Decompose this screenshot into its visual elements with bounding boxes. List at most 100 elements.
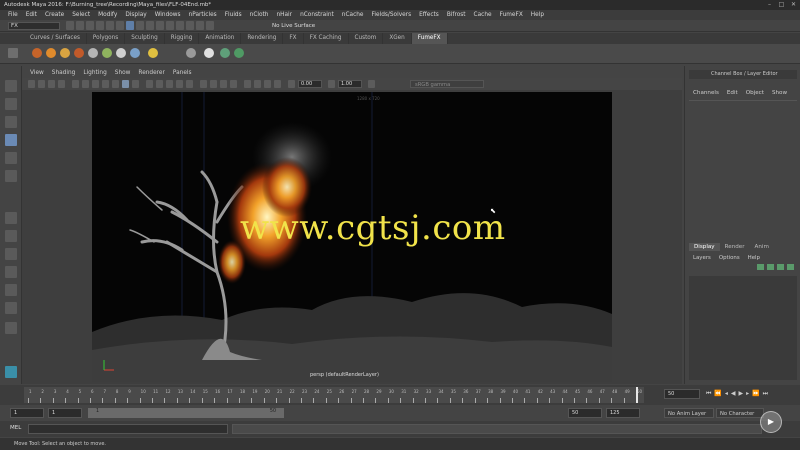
shelf-tab-sculpting[interactable]: Sculpting xyxy=(125,33,165,44)
fumefx-vortex-icon[interactable] xyxy=(116,48,126,58)
shelf-tab-fx[interactable]: FX xyxy=(283,33,304,44)
menu-fluids[interactable]: Fluids xyxy=(221,10,246,20)
menu-help[interactable]: Help xyxy=(527,10,548,20)
menu-select[interactable]: Select xyxy=(68,10,94,20)
video-play-icon[interactable]: ▶ xyxy=(760,411,782,433)
persp-graph-layout-icon[interactable] xyxy=(5,266,17,278)
mel-label[interactable]: MEL xyxy=(10,425,21,431)
custom-layout-icon[interactable] xyxy=(5,322,17,334)
fumefx-preview-icon[interactable] xyxy=(220,48,230,58)
shelf-tab-animation[interactable]: Animation xyxy=(199,33,242,44)
layer-list[interactable] xyxy=(689,276,797,380)
color-management-icon[interactable] xyxy=(368,80,375,88)
minimize-icon[interactable]: – xyxy=(765,1,774,9)
shelf-tab-curves-surfaces[interactable]: Curves / Surfaces xyxy=(24,33,87,44)
channel-box-menu-show[interactable]: Show xyxy=(768,90,791,96)
command-input[interactable] xyxy=(28,424,228,434)
step-back-frame-icon[interactable]: ◂ xyxy=(725,390,728,398)
shelf-menu-icon[interactable] xyxy=(8,48,18,58)
bookmark-icon[interactable] xyxy=(48,80,55,88)
film-gate-icon[interactable] xyxy=(82,80,89,88)
fumefx-gravity-icon[interactable] xyxy=(88,48,98,58)
camera-attributes-icon[interactable] xyxy=(38,80,45,88)
ambient-occlusion-icon[interactable] xyxy=(200,80,207,88)
camera-select-icon[interactable] xyxy=(28,80,35,88)
fumefx-source-icon[interactable] xyxy=(46,48,56,58)
go-to-start-icon[interactable]: ⏮ xyxy=(706,390,711,398)
menu-fields-solvers[interactable]: Fields/Solvers xyxy=(368,10,416,20)
snap-grid-icon[interactable] xyxy=(156,21,164,30)
lasso-tool-icon[interactable] xyxy=(5,98,17,110)
gate-mask-icon[interactable] xyxy=(102,80,109,88)
textured-icon[interactable] xyxy=(166,80,173,88)
select-component-icon[interactable] xyxy=(136,21,144,30)
menu-effects[interactable]: Effects xyxy=(415,10,443,20)
xray-icon[interactable] xyxy=(254,80,261,88)
playback-start-field[interactable]: 1 xyxy=(48,408,82,418)
menu-windows[interactable]: Windows xyxy=(151,10,185,20)
new-layer-icon[interactable] xyxy=(757,264,764,270)
shelf-tab-fumefx[interactable]: FumeFX xyxy=(411,33,448,44)
panel-menu-show[interactable]: Show xyxy=(111,69,135,78)
shelf-tab-custom[interactable]: Custom xyxy=(349,33,384,44)
layer-tab-anim[interactable]: Anim xyxy=(750,243,774,251)
layer-menu-options[interactable]: Options xyxy=(715,255,744,261)
move-tool-icon[interactable] xyxy=(5,134,17,146)
select-object-icon[interactable] xyxy=(126,21,134,30)
snap-curve-icon[interactable] xyxy=(166,21,174,30)
close-icon[interactable]: ✕ xyxy=(789,1,798,9)
fumefx-grid-icon[interactable] xyxy=(32,48,42,58)
make-live-icon[interactable] xyxy=(196,21,204,30)
select-hierarchy-icon[interactable] xyxy=(116,21,124,30)
gamma-field[interactable]: 1.00 xyxy=(338,80,362,88)
step-forward-frame-icon[interactable]: ▸ xyxy=(746,390,749,398)
panel-menu-renderer[interactable]: Renderer xyxy=(134,69,168,78)
menu-set-selector[interactable]: FX xyxy=(8,22,60,30)
playback-end-field[interactable]: 50 xyxy=(568,408,602,418)
persp-outliner-layout-icon[interactable] xyxy=(5,248,17,260)
scale-tool-icon[interactable] xyxy=(5,170,17,182)
move-layer-up-icon[interactable] xyxy=(777,264,784,270)
live-surface-label[interactable]: No Live Surface xyxy=(272,22,327,30)
animation-end-field[interactable]: 125 xyxy=(606,408,640,418)
play-backwards-icon[interactable]: ◀ xyxy=(731,390,736,398)
play-forwards-icon[interactable]: ▶ xyxy=(739,390,744,398)
mask-icon[interactable] xyxy=(146,21,154,30)
character-set-selector[interactable]: No Character Set xyxy=(716,408,764,427)
fumefx-particle-source-icon[interactable] xyxy=(74,48,84,58)
layer-menu-layers[interactable]: Layers xyxy=(689,255,715,261)
menu-ncloth[interactable]: nCloth xyxy=(246,10,273,20)
menu-cache[interactable]: Cache xyxy=(470,10,496,20)
go-to-end-icon[interactable]: ⏭ xyxy=(763,390,768,398)
snap-point-icon[interactable] xyxy=(176,21,184,30)
exposure-field[interactable]: 0.00 xyxy=(298,80,322,88)
shelf-tab-rendering[interactable]: Rendering xyxy=(241,33,284,44)
anti-aliasing-icon[interactable] xyxy=(220,80,227,88)
isolate-select-icon[interactable] xyxy=(244,80,251,88)
resolution-gate-icon[interactable] xyxy=(92,80,99,88)
motion-blur-icon[interactable] xyxy=(210,80,217,88)
step-back-key-icon[interactable]: ⏪ xyxy=(714,390,721,398)
redo-icon[interactable] xyxy=(106,21,114,30)
wireframe-icon[interactable] xyxy=(146,80,153,88)
current-time-marker[interactable] xyxy=(636,387,638,403)
menu-nhair[interactable]: nHair xyxy=(272,10,296,20)
shelf-tab-polygons[interactable]: Polygons xyxy=(87,33,126,44)
menu-ncache[interactable]: nCache xyxy=(338,10,368,20)
lights-icon[interactable] xyxy=(176,80,183,88)
select-tool-icon[interactable] xyxy=(5,80,17,92)
time-slider-track[interactable]: 1 2 3 4 5 6 7 8 9 10 11 12 13 14 15 16 17 18 19 20 21 22 23 24 2… xyxy=(24,387,644,403)
channel-box-menu-channels[interactable]: Channels xyxy=(689,90,723,96)
fumefx-wind-icon[interactable] xyxy=(102,48,112,58)
view-transform-selector[interactable]: sRGB gamma xyxy=(410,80,484,88)
menu-display[interactable]: Display xyxy=(121,10,150,20)
layer-tab-display[interactable]: Display xyxy=(689,243,720,251)
shelf-tab-xgen[interactable]: XGen xyxy=(383,33,412,44)
menu-file[interactable]: File xyxy=(4,10,22,20)
snap-view-plane-icon[interactable] xyxy=(186,21,194,30)
panel-menu-shading[interactable]: Shading xyxy=(48,69,80,78)
panel-menu-panels[interactable]: Panels xyxy=(169,69,196,78)
menu-edit[interactable]: Edit xyxy=(22,10,41,20)
move-layer-down-icon[interactable] xyxy=(787,264,794,270)
safe-title-icon[interactable] xyxy=(132,80,139,88)
